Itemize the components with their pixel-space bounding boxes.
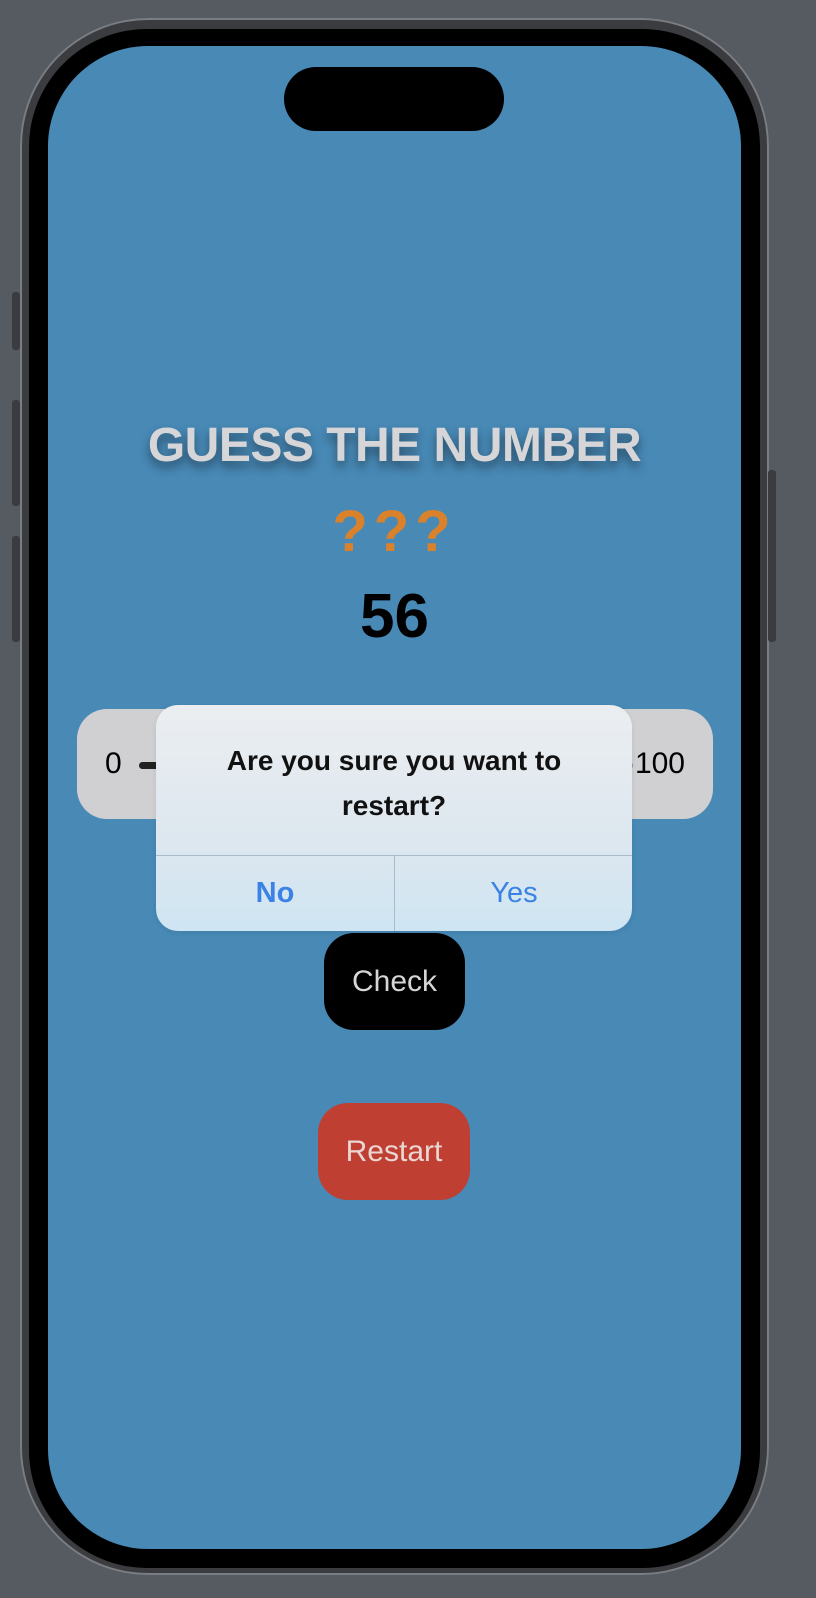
mute-switch [12, 292, 20, 350]
alert-no-button[interactable]: No [156, 856, 394, 931]
slider-max-label: 100 [634, 747, 685, 780]
alert-message: Are you sure you want to restart? [226, 745, 562, 821]
volume-down-button [12, 536, 20, 642]
app-title: GUESS THE NUMBER [147, 419, 642, 472]
current-guess: 56 [360, 582, 429, 651]
volume-up-button [12, 400, 20, 506]
secret-number: ??? [332, 499, 457, 564]
power-button [768, 470, 776, 642]
restart-button[interactable]: Restart [318, 1103, 470, 1200]
alert-yes-button[interactable]: Yes [395, 856, 632, 931]
slider-min-label: 0 [105, 747, 122, 780]
restart-confirm-alert: Are you sure you want to restart? No Yes [156, 705, 632, 931]
dynamic-island [284, 67, 504, 131]
app-screen: GUESS THE NUMBER ??? 56 0 100 Check Rest… [48, 46, 741, 1549]
check-button[interactable]: Check [324, 933, 465, 1030]
